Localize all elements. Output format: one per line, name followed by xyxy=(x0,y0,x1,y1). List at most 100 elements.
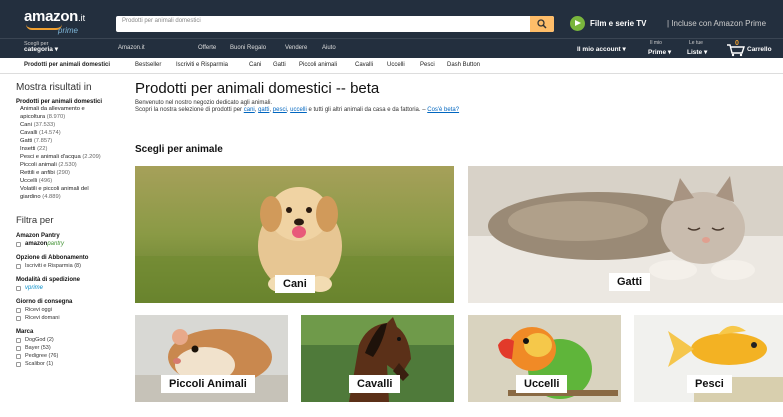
subnav-item-dash-button[interactable]: Dash Button xyxy=(447,62,480,68)
category-menu[interactable]: Scegli per categoria ▾ xyxy=(24,41,58,53)
search-input[interactable]: Prodotti per animali domestici xyxy=(122,18,201,24)
subnav-item-piccoli-animali[interactable]: Piccoli animali xyxy=(299,62,337,68)
intro-link-pesci[interactable]: pesci xyxy=(273,107,287,113)
prime-menu-small: Il mio xyxy=(650,40,662,46)
shipping-checkbox[interactable]: vprime xyxy=(16,284,120,292)
amazon-logo[interactable]: amazon.it prime xyxy=(24,8,86,35)
category-count: (4.889) xyxy=(42,194,61,200)
category-label: giardino xyxy=(20,194,41,200)
category-label: Gatti xyxy=(20,138,33,144)
category-item[interactable]: Gatti (7.857) xyxy=(16,137,120,145)
subnav-item-cavalli[interactable]: Cavalli xyxy=(355,62,373,68)
logo-smile-icon xyxy=(26,24,62,30)
delivery-tomorrow-checkbox[interactable]: Ricevi domani xyxy=(16,314,120,322)
prime-video-subtitle: | Incluse con Amazon Prime xyxy=(667,19,767,28)
filter-section-shipping: Modalità di spedizione xyxy=(16,277,81,283)
tile-label-piccoli-animali: Piccoli Animali xyxy=(161,375,255,393)
checkbox[interactable] xyxy=(16,285,21,291)
nav-link-offerte[interactable]: Offerte xyxy=(198,45,216,51)
checkbox[interactable] xyxy=(16,315,21,321)
category-item[interactable]: Animali da allevamento e xyxy=(16,105,120,113)
brand-option: Pedigree (76) xyxy=(25,353,59,359)
category-item[interactable]: Uccelli (496) xyxy=(16,177,120,185)
search-bar[interactable]: Prodotti per animali domestici xyxy=(116,16,554,32)
subnav-item-bestseller[interactable]: Bestseller xyxy=(135,62,161,68)
beta-info-link[interactable]: Cos'è beta? xyxy=(427,107,459,113)
category-count: (2.530) xyxy=(58,162,77,168)
search-button[interactable] xyxy=(530,16,554,32)
pantry-suffix: pantry xyxy=(47,241,65,247)
cart-button[interactable]: 0 Carrello xyxy=(726,40,778,57)
category-item[interactable]: giardino (4.889) xyxy=(16,193,120,201)
intro-link-uccelli[interactable]: uccelli xyxy=(290,107,307,113)
checkbox[interactable] xyxy=(16,241,21,247)
filter-section-brand: Marca xyxy=(16,329,34,335)
brand-checkbox[interactable]: Scalibor (1) xyxy=(16,360,120,368)
pantry-label: amazon xyxy=(25,241,48,247)
checkbox[interactable] xyxy=(16,345,21,351)
prime-video-title: Film e serie TV xyxy=(590,19,647,28)
tile-cani[interactable]: Cani xyxy=(135,166,454,303)
intro-link-gatti[interactable]: gatti xyxy=(258,107,269,113)
checkbox[interactable] xyxy=(16,337,21,343)
section-title: Scegli per animale xyxy=(135,144,223,155)
subscription-option: Iscriviti e Risparmia (8) xyxy=(25,263,81,269)
pantry-checkbox[interactable]: amazonpantry xyxy=(16,240,120,248)
tile-uccelli[interactable]: Uccelli xyxy=(468,315,621,402)
subnav-item-gatti[interactable]: Gatti xyxy=(273,62,286,68)
category-label: Uccelli xyxy=(20,178,38,184)
prime-menu-label: Prime xyxy=(648,49,667,56)
nav-link-amazon-it[interactable]: Amazon.it xyxy=(118,45,145,51)
category-count: (290) xyxy=(56,170,70,176)
tile-piccoli-animali[interactable]: Piccoli Animali xyxy=(135,315,288,402)
logo-suffix: .it xyxy=(78,13,86,23)
category-item[interactable]: Cavalli (14.574) xyxy=(16,129,120,137)
category-item[interactable]: Piccoli animali (2.530) xyxy=(16,161,120,169)
intro-link-cani[interactable]: cani xyxy=(244,107,255,113)
filter-section-pantry: Amazon Pantry xyxy=(16,233,60,239)
filter-section-subscription: Opzione di Abbonamento xyxy=(16,255,89,261)
nav-link-aiuto[interactable]: Aiuto xyxy=(322,45,336,51)
vprime-logo: vprime xyxy=(25,285,44,291)
subnav-item-uccelli[interactable]: Uccelli xyxy=(387,62,405,68)
category-item[interactable]: apicoltura (8.970) xyxy=(16,113,120,121)
delivery-today-checkbox[interactable]: Ricevi oggi xyxy=(16,306,120,314)
logo-prime: prime xyxy=(58,26,79,35)
subnav-item-pesci[interactable]: Pesci xyxy=(420,62,435,68)
category-list: Animali da allevamento e apicoltura (8.9… xyxy=(16,105,120,201)
brand-option: DogGod (2) xyxy=(25,337,54,343)
intro-prefix: Scopri la nostra selezione di prodotti p… xyxy=(135,107,244,113)
brand-checkbox[interactable]: Pedigree (76) xyxy=(16,352,120,360)
category-item[interactable]: Cani (37.533) xyxy=(16,121,120,129)
category-item[interactable]: Rettili e anfibi (290) xyxy=(16,169,120,177)
category-item[interactable]: Insetti (22) xyxy=(16,145,120,153)
checkbox[interactable] xyxy=(16,263,21,269)
brand-checkbox[interactable]: Bayer (53) xyxy=(16,344,120,352)
category-item[interactable]: Pesci e animali d'acqua (2.209) xyxy=(16,153,120,161)
checkbox[interactable] xyxy=(16,307,21,313)
subnav-item-cani[interactable]: Cani xyxy=(249,62,261,68)
tile-pesci[interactable]: Pesci xyxy=(634,315,783,402)
lists-menu-label: Liste xyxy=(687,49,703,56)
brand-option: Scalibor (1) xyxy=(25,361,54,367)
tile-gatti[interactable]: Gatti xyxy=(468,166,783,303)
nav-link-buoni-regalo[interactable]: Buoni Regalo xyxy=(230,45,266,51)
nav-link-vendere[interactable]: Vendere xyxy=(285,45,307,51)
subscription-checkbox[interactable]: Iscriviti e Risparmia (8) xyxy=(16,262,120,270)
prime-menu[interactable]: Prime ▾ xyxy=(648,48,671,56)
delivery-option: Ricevi oggi xyxy=(25,307,52,313)
top-bar: amazon.it prime Prodotti per animali dom… xyxy=(0,0,783,38)
subnav-item-home[interactable]: Prodotti per animali domestici xyxy=(24,62,110,68)
checkbox[interactable] xyxy=(16,361,21,367)
tile-cavalli[interactable]: Cavalli xyxy=(301,315,454,402)
category-count: (496) xyxy=(38,178,53,184)
category-item[interactable]: Volatili e piccoli animali del xyxy=(16,185,120,193)
brand-checkbox[interactable]: DogGod (2) xyxy=(16,336,120,344)
account-menu[interactable]: Il mio account ▾ xyxy=(577,45,626,53)
subnav-item-iscriviti[interactable]: Iscriviti e Risparmia xyxy=(176,62,228,68)
category-label: Insetti xyxy=(20,146,36,152)
lists-menu[interactable]: Liste ▾ xyxy=(687,48,707,56)
account-menu-label: Il mio account xyxy=(577,46,621,53)
checkbox[interactable] xyxy=(16,353,21,359)
tile-label-gatti: Gatti xyxy=(609,273,651,291)
